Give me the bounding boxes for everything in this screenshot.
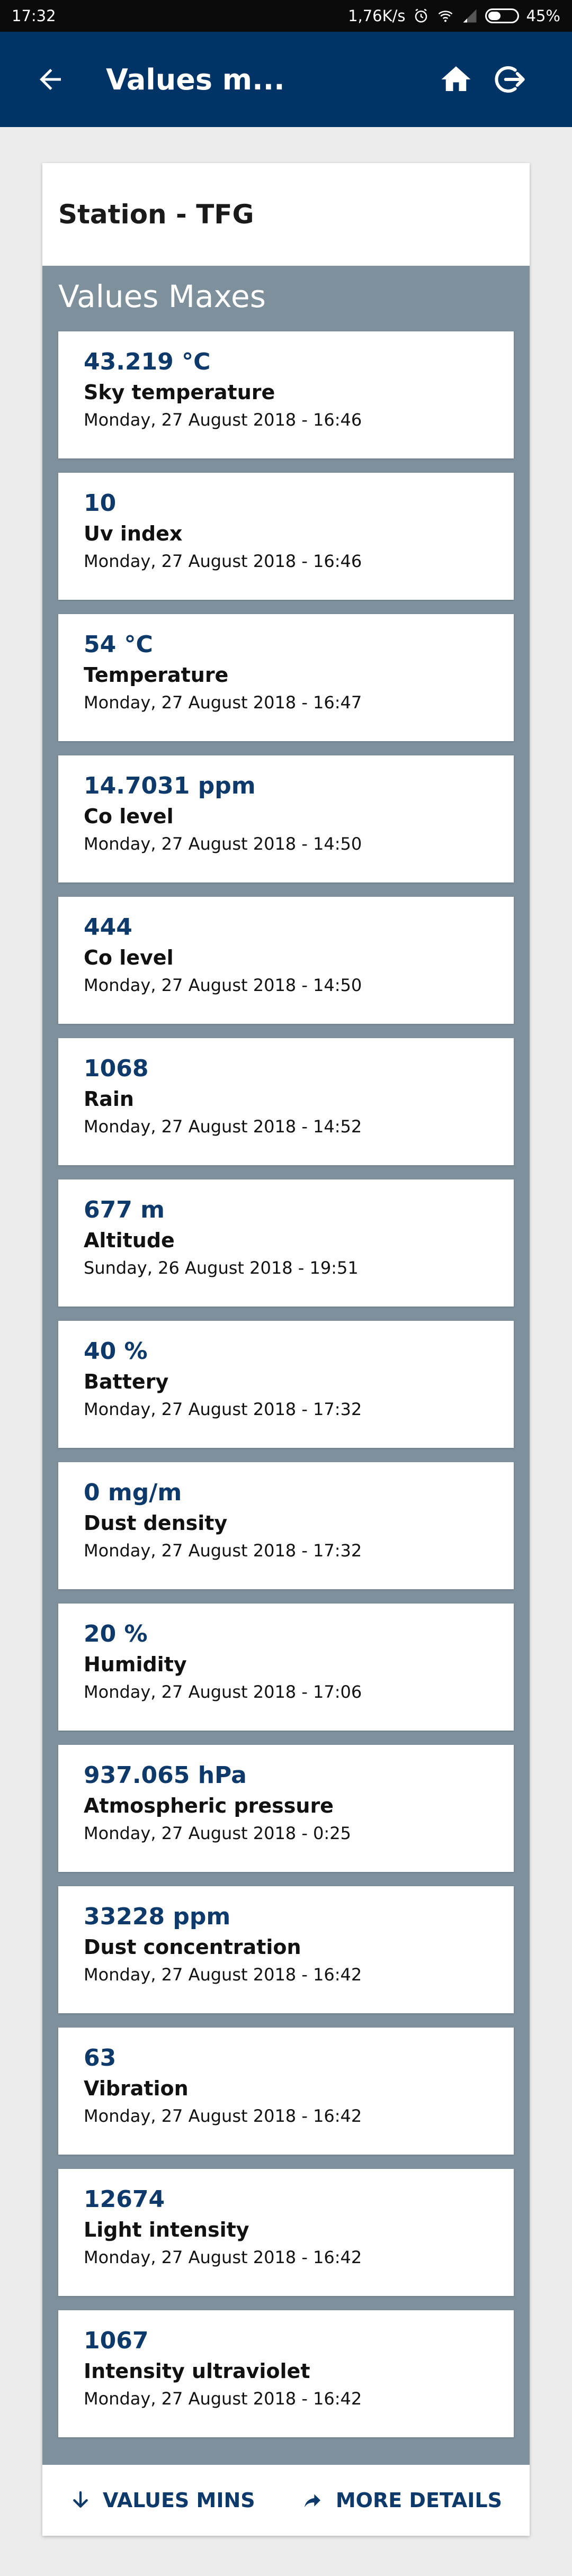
card-footer: VALUES MINS MORE DETAILS (42, 2465, 530, 2536)
value-date: Monday, 27 August 2018 - 16:47 (84, 692, 362, 713)
value-label: Light intensity (84, 2218, 249, 2241)
station-card: Station - TFG Values Maxes 43.219 °C Sky … (42, 163, 530, 2536)
value-amount: 40 % (84, 1338, 148, 1365)
values-maxes-section: Values Maxes 43.219 °C Sky temperature Mon… (42, 266, 530, 2465)
value-item[interactable]: 63 Vibration Monday, 27 August 2018 - 16:4… (58, 2028, 514, 2155)
value-amount: 43.219 °C (84, 348, 211, 375)
value-item[interactable]: 12674 Light intensity Monday, 27 August 20… (58, 2169, 514, 2296)
values-mins-button[interactable]: VALUES MINS (70, 2489, 255, 2512)
value-date: Monday, 27 August 2018 - 14:50 (84, 975, 362, 995)
value-amount: 20 % (84, 1620, 148, 1647)
value-date: Monday, 27 August 2018 - 16:42 (84, 2389, 362, 2409)
value-item[interactable]: 20 % Humidity Monday, 27 August 2018 - 17:… (58, 1604, 514, 1731)
share-arrow-icon (304, 2494, 320, 2508)
value-amount: 1067 (84, 2327, 149, 2354)
status-icons: 1,76K/s 45% (348, 7, 560, 25)
alarm-icon (413, 8, 429, 24)
value-label: Rain (84, 1087, 134, 1111)
value-amount: 677 m (84, 1196, 165, 1223)
value-label: Intensity ultraviolet (84, 2359, 310, 2383)
value-label: Uv index (84, 522, 183, 545)
value-date: Monday, 27 August 2018 - 14:50 (84, 834, 362, 854)
value-amount: 1068 (84, 1055, 149, 1082)
battery-percentage: 45% (526, 7, 560, 25)
network-speed: 1,76K/s (348, 7, 406, 25)
value-amount: 937.065 hPa (84, 1762, 247, 1789)
value-item[interactable]: 1067 Intensity ultraviolet Monday, 27 Augu… (58, 2310, 514, 2437)
value-date: Monday, 27 August 2018 - 16:46 (84, 551, 362, 571)
value-date: Monday, 27 August 2018 - 17:32 (84, 1399, 362, 1419)
value-item[interactable]: 43.219 °C Sky temperature Monday, 27 Augus… (58, 331, 514, 458)
value-amount: 12674 (84, 2186, 165, 2213)
arrow-down-icon (73, 2491, 88, 2508)
value-label: Battery (84, 1370, 169, 1393)
value-amount: 444 (84, 914, 132, 941)
value-item[interactable]: 54 °C Temperature Monday, 27 August 2018 -… (58, 614, 514, 741)
more-details-button[interactable]: MORE DETAILS (301, 2489, 502, 2512)
value-list: 43.219 °C Sky temperature Monday, 27 Augus… (58, 331, 514, 2452)
status-bar: 17:32 1,76K/s 45% (0, 0, 572, 32)
value-item[interactable]: 1068 Rain Monday, 27 August 2018 - 14:52 (58, 1038, 514, 1165)
home-icon (441, 66, 471, 91)
card-header: Station - TFG (42, 163, 530, 266)
value-label: Dust concentration (84, 1935, 301, 1959)
back-button[interactable] (26, 56, 74, 103)
value-amount: 63 (84, 2044, 117, 2071)
value-date: Monday, 27 August 2018 - 16:42 (84, 1965, 362, 1985)
value-label: Atmospheric pressure (84, 1794, 334, 1817)
value-date: Monday, 27 August 2018 - 0:25 (84, 1823, 351, 1843)
signal-icon (462, 8, 478, 24)
value-amount: 33228 ppm (84, 1903, 231, 1930)
arrow-back-icon (40, 69, 61, 90)
value-label: Dust density (84, 1511, 228, 1535)
value-item[interactable]: 937.065 hPa Atmospheric pressure Monday, 2… (58, 1745, 514, 1872)
value-item[interactable]: 40 % Battery Monday, 27 August 2018 - 17:3… (58, 1321, 514, 1448)
page-title: Values m... (106, 62, 285, 96)
value-date: Monday, 27 August 2018 - 16:46 (84, 410, 362, 430)
value-date: Monday, 27 August 2018 - 17:06 (84, 1682, 362, 1702)
value-item[interactable]: 444 Co level Monday, 27 August 2018 - 14:5… (58, 897, 514, 1024)
value-amount: 0 mg/m (84, 1479, 182, 1506)
value-date: Monday, 27 August 2018 - 14:52 (84, 1116, 362, 1137)
value-label: Humidity (84, 1653, 187, 1676)
value-item[interactable]: 33228 ppm Dust concentration Monday, 27 Au… (58, 1886, 514, 2013)
logout-icon (495, 66, 525, 93)
value-label: Co level (84, 946, 174, 969)
value-date: Monday, 27 August 2018 - 17:32 (84, 1541, 362, 1561)
value-label: Vibration (84, 2077, 189, 2100)
value-item[interactable]: 0 mg/m Dust density Monday, 27 August 2018… (58, 1462, 514, 1589)
value-date: Monday, 27 August 2018 - 16:42 (84, 2247, 362, 2267)
value-label: Temperature (84, 663, 229, 687)
section-title: Values Maxes (58, 278, 266, 314)
value-label: Sky temperature (84, 381, 275, 404)
logout-button[interactable] (486, 56, 534, 103)
value-item[interactable]: 677 m Altitude Sunday, 26 August 2018 - 19… (58, 1179, 514, 1307)
value-item[interactable]: 14.7031 ppm Co level Monday, 27 August 201… (58, 755, 514, 882)
station-name: Station - TFG (58, 199, 254, 230)
value-label: Co level (84, 805, 174, 828)
more-details-label: MORE DETAILS (335, 2489, 502, 2512)
home-button[interactable] (432, 56, 480, 103)
value-amount: 54 °C (84, 631, 153, 658)
value-amount: 14.7031 ppm (84, 772, 256, 799)
app-bar: Values m... (0, 32, 572, 127)
battery-icon (485, 8, 519, 23)
value-label: Altitude (84, 1229, 175, 1252)
value-date: Sunday, 26 August 2018 - 19:51 (84, 1258, 359, 1278)
values-mins-label: VALUES MINS (103, 2489, 255, 2512)
value-amount: 10 (84, 490, 117, 517)
wifi-icon (436, 8, 454, 24)
battery-level-fill (488, 12, 501, 20)
status-time: 17:32 (12, 7, 56, 25)
value-date: Monday, 27 August 2018 - 16:42 (84, 2106, 362, 2126)
value-item[interactable]: 10 Uv index Monday, 27 August 2018 - 16:46 (58, 473, 514, 600)
